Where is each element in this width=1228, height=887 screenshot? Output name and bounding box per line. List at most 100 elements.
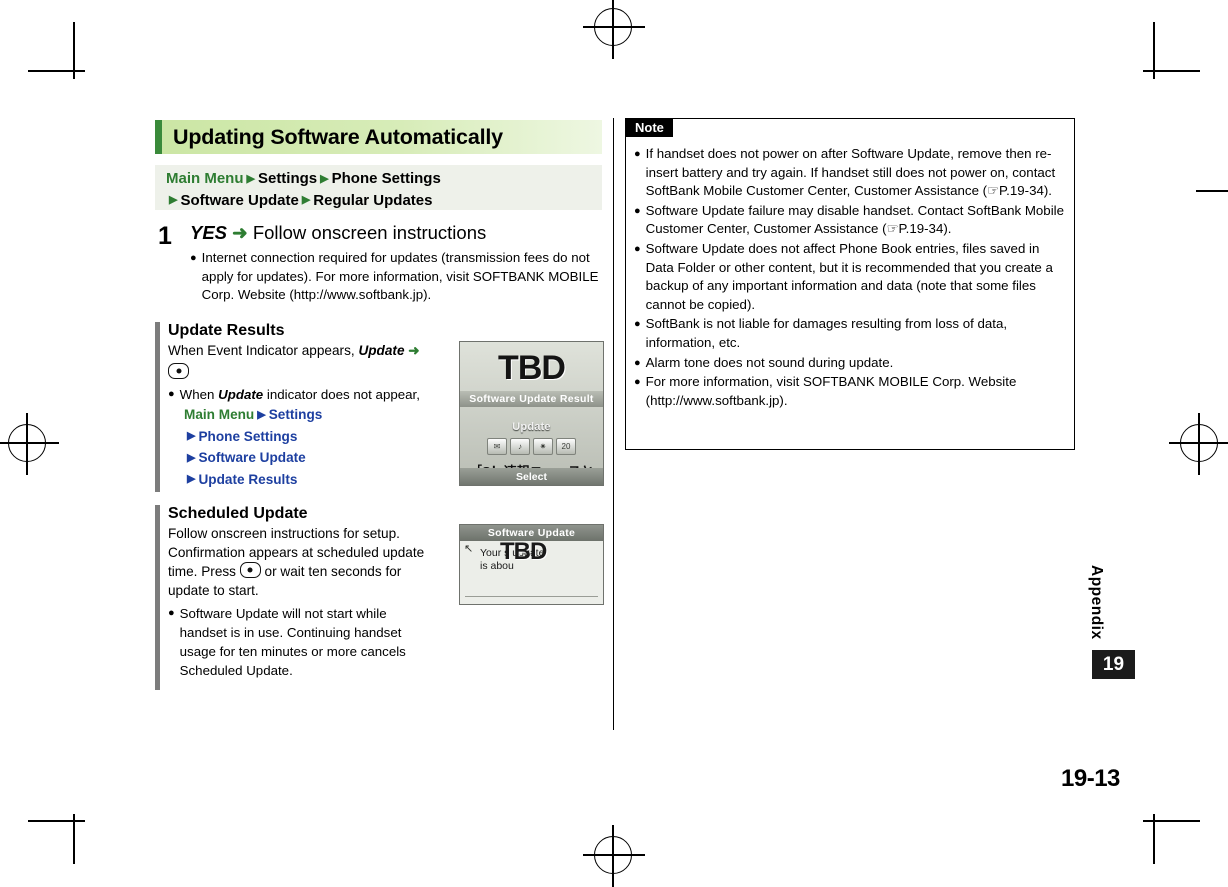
breadcrumb-item-regular-updates: Regular Updates	[313, 191, 433, 209]
screenshot-softkey-select: Select	[460, 468, 603, 485]
list-item-text: If handset does not power on after Softw…	[645, 146, 1056, 199]
scheduled-bullets: ● Software Update will not start while h…	[168, 604, 450, 680]
mail-icon: ✉	[487, 438, 507, 455]
list-item-text: Software Update failure may disable hand…	[645, 202, 1065, 237]
bullet-dot-icon: ●	[168, 388, 175, 400]
registration-mark-bottom	[583, 825, 645, 887]
list-item: ● Software Update failure may disable ha…	[634, 202, 1065, 239]
list-item: ● SoftBank is not liable for damages res…	[634, 315, 1065, 352]
bullet-dot-icon: ●	[634, 356, 641, 369]
screenshot-divider	[465, 596, 598, 597]
list-item-text: Software Update does not affect Phone Bo…	[645, 240, 1053, 312]
chevron-right-icon: ▶	[320, 172, 329, 185]
list-item-text: Alarm tone does not sound during update.	[645, 354, 894, 370]
chapter-number-badge: 19	[1092, 650, 1135, 679]
crop-mark-bottom-right-v	[1153, 814, 1155, 864]
registration-mark-right	[1169, 413, 1228, 475]
chevron-right-icon: ▶	[246, 172, 255, 185]
path-item-update-results: Update Results	[198, 471, 298, 487]
path-item-software-update: Software Update	[198, 450, 306, 465]
chevron-right-icon: ▶	[257, 408, 266, 421]
section-accent-bar	[155, 120, 162, 154]
crop-mark-bottom-left-h	[28, 820, 85, 822]
subsection-heading: Scheduled Update	[168, 505, 308, 522]
note-items: ● If handset does not power on after Sof…	[634, 145, 1065, 410]
bullet-dot-icon: ●	[634, 318, 641, 331]
scheduled-body-line-4: update to start.	[168, 583, 259, 598]
bullet-rest: indicator does not appear,	[266, 387, 420, 402]
bullet-dot-icon: ●	[634, 148, 641, 160]
note-label: Note	[626, 119, 673, 137]
path-line-3: ▶ Software Update	[184, 447, 450, 469]
chevron-right-icon: ▶	[187, 473, 196, 485]
bullet-dot-icon: ●	[190, 252, 197, 264]
chevron-right-icon: ▶	[169, 194, 178, 206]
chevron-right-icon: ▶	[187, 430, 196, 442]
list-item-text: Software Update will not start while han…	[179, 606, 406, 678]
screenshot-tbd-overlay: TBD	[498, 349, 566, 387]
breadcrumb-item-software-update: Software Update	[180, 191, 299, 209]
crop-mark-bottom-right-h	[1143, 820, 1200, 822]
manual-page: Updating Software Automatically Main Men…	[0, 0, 1228, 887]
breadcrumb-line-1: Main Menu ▶ Settings ▶ Phone Settings	[166, 168, 602, 190]
list-item: ● If handset does not power on after Sof…	[634, 145, 1065, 201]
scheduled-body-post: or wait ten seconds for	[264, 564, 402, 579]
update-results-intro-prefix: When Event Indicator appears,	[168, 343, 355, 358]
breadcrumb-item-settings: Settings	[257, 170, 318, 187]
path-item-phone-settings: Phone Settings	[198, 428, 298, 444]
list-item-text: For more information, visit SOFTBANK MOB…	[645, 374, 1017, 408]
screenshot-tbd-overlay: TBD	[500, 538, 547, 565]
step-title: YES ➜ Follow onscreen instructions	[190, 221, 602, 245]
subsection-update-results: Update Results When Event Indicator appe…	[155, 322, 455, 492]
step-bullets: ● Internet connection required for updat…	[190, 249, 602, 305]
chevron-right-icon: ▶	[187, 451, 196, 464]
list-item: ● Alarm tone does not sound during updat…	[634, 354, 1065, 373]
page-title: Updating Software Automatically	[173, 124, 503, 149]
update-results-bullets: ● When Update indicator does not appear,…	[168, 385, 450, 490]
path-line-1: Main Menu ▶ Settings	[184, 404, 450, 426]
chevron-right-icon: ▶	[301, 194, 311, 206]
music-icon: ♪	[510, 438, 530, 455]
breadcrumb-item-main-menu: Main Menu	[166, 170, 244, 187]
step-number: 1	[158, 222, 172, 250]
update-results-path: Main Menu ▶ Settings ▶ Phone Settings ▶ Soft…	[184, 404, 450, 490]
list-item: ● When Update indicator does not appear,	[168, 385, 450, 404]
list-item: ● Internet connection required for updat…	[190, 249, 602, 305]
breadcrumb-line-2: ▶ Software Update ▶ Regular Updates	[166, 190, 602, 212]
scheduled-body-line-1: Follow onscreen instructions for setup.	[168, 526, 400, 541]
step-title-text: Follow onscreen instructions	[252, 222, 487, 243]
column-divider	[613, 118, 614, 730]
center-key-icon	[239, 562, 261, 578]
subsection-scheduled-update: Scheduled Update Follow onscreen instruc…	[155, 505, 455, 690]
screenshot-body: ↖ Your s update is abou TBD	[460, 538, 603, 573]
bullet-dot-icon: ●	[168, 607, 175, 619]
star-icon: ✷	[533, 438, 553, 455]
path-line-2: ▶ Phone Settings	[184, 426, 450, 448]
subsection-accent-bar	[155, 322, 160, 492]
list-item: ● Software Update will not start while h…	[168, 604, 450, 680]
crop-mark-top-left-v	[73, 22, 75, 79]
arrow-icon: ➜	[408, 343, 420, 358]
registration-mark-top	[583, 0, 645, 59]
scheduled-body-line-3: time. Press or wait ten seconds for	[168, 562, 450, 581]
subsection-accent-bar	[155, 505, 160, 690]
section-header: Updating Software Automatically	[155, 120, 602, 154]
cursor-icon: ↖	[464, 543, 474, 555]
registration-mark-left	[0, 413, 59, 475]
list-item-text: When Update indicator does not appear,	[180, 385, 420, 404]
list-item-text: SoftBank is not liable for damages resul…	[645, 316, 1008, 350]
page-number: 19-13	[1061, 765, 1120, 792]
path-item-main-menu: Main Menu	[184, 407, 255, 422]
crop-mark-top-right-h	[1143, 70, 1200, 72]
arrow-icon: ➜	[232, 222, 248, 243]
screenshot-titlebar: Software Update Result	[460, 391, 603, 407]
chapter-name: Appendix	[1088, 565, 1105, 640]
update-results-intro-keyword: Update	[358, 343, 405, 358]
list-item-text: Internet connection required for updates…	[201, 250, 599, 302]
bullet-dot-icon: ●	[634, 204, 641, 217]
step-title-keyword: YES	[190, 222, 228, 243]
note-box: Note ● If handset does not power on afte…	[625, 118, 1075, 450]
scheduled-body-line-2: Confirmation appears at scheduled update	[168, 545, 425, 560]
list-item: ● Software Update does not affect Phone …	[634, 240, 1065, 314]
crop-mark-bottom-left-v	[73, 814, 75, 864]
